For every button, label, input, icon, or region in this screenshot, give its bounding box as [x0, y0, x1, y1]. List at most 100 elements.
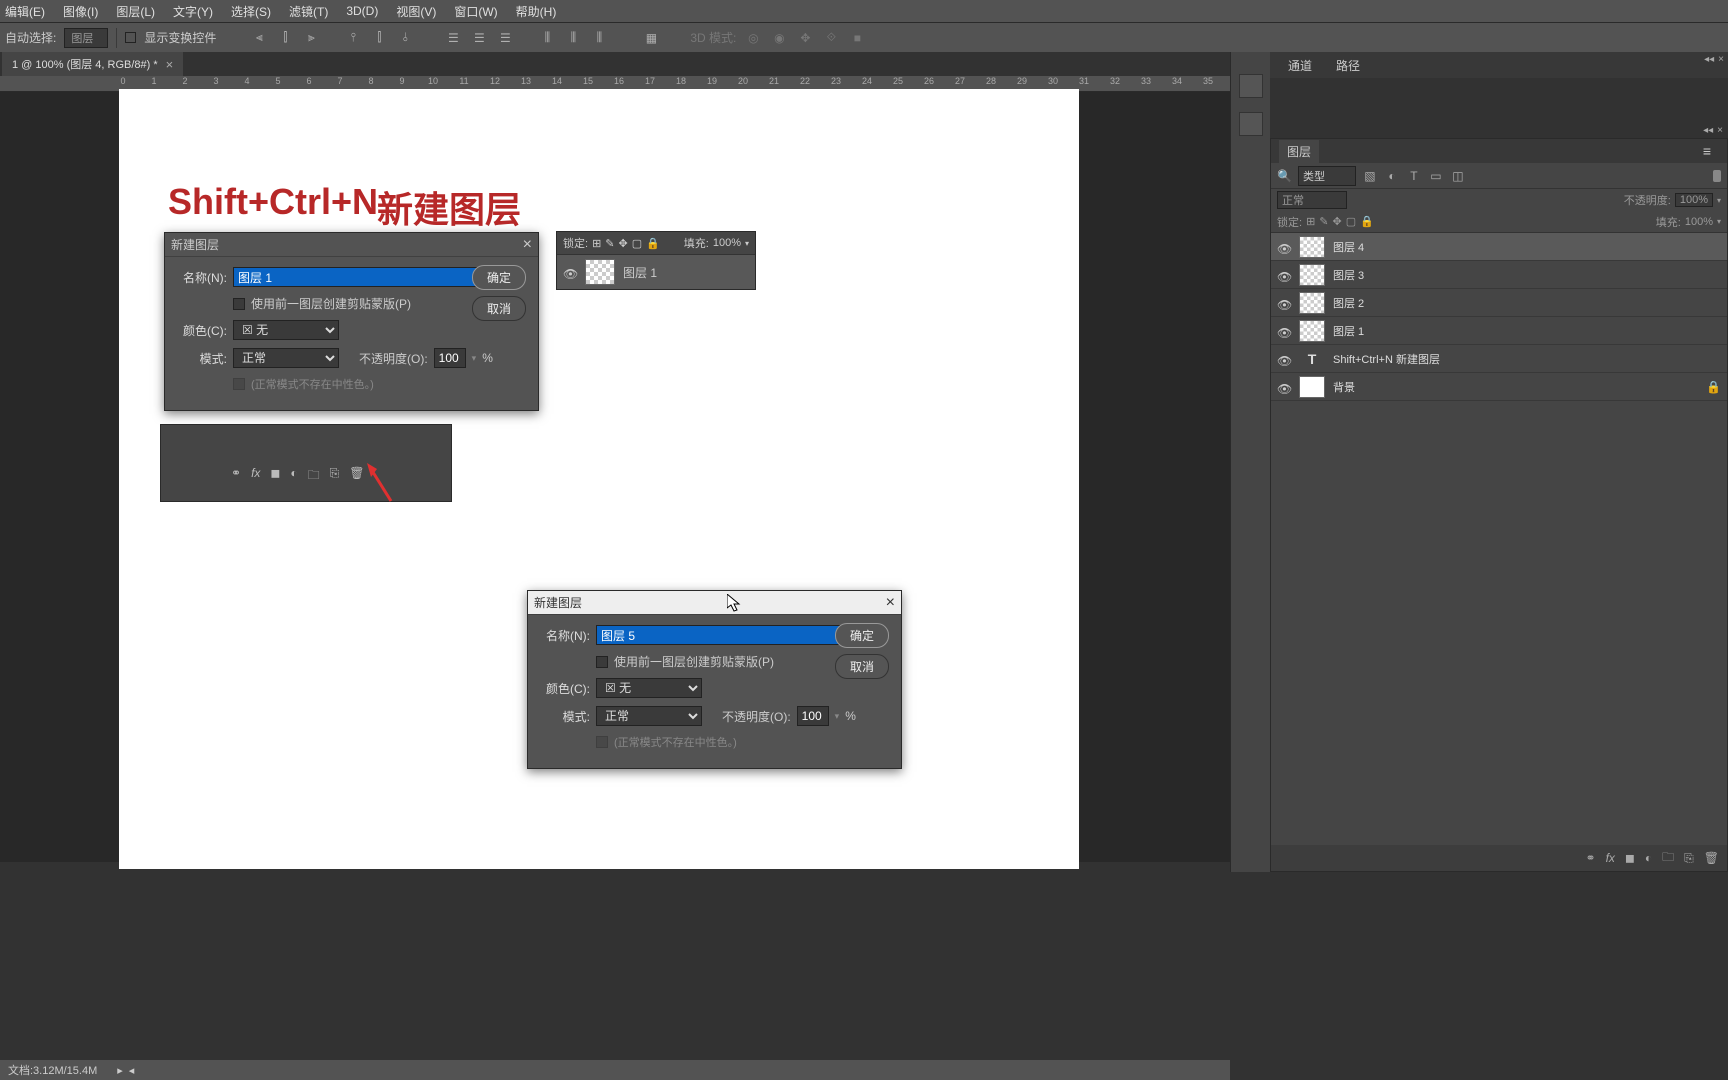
- visibility-icon[interactable]: 👁: [1277, 242, 1291, 252]
- visibility-icon[interactable]: 👁: [1277, 298, 1291, 308]
- menu-layer[interactable]: 图层(L): [116, 3, 155, 20]
- auto-align-icon[interactable]: ▦: [642, 30, 660, 46]
- layer-row[interactable]: 👁 图层 2: [1271, 289, 1727, 317]
- layer-name[interactable]: Shift+Ctrl+N 新建图层: [1333, 351, 1440, 367]
- lock-all-icon[interactable]: 🔒: [1360, 215, 1374, 228]
- layer-name[interactable]: 图层 4: [1333, 239, 1364, 255]
- foot-link-icon[interactable]: ⚭: [1586, 851, 1596, 865]
- dialog2-color-select[interactable]: ☒ 无: [596, 678, 702, 698]
- dialog2-titlebar[interactable]: 新建图层 ×: [528, 591, 901, 615]
- collapse-icon[interactable]: ◂◂: [1704, 54, 1714, 65]
- dialog2-mode-select[interactable]: 正常: [596, 706, 702, 726]
- layer-row[interactable]: 👁 图层 4: [1271, 233, 1727, 261]
- menu-window[interactable]: 窗口(W): [454, 3, 497, 20]
- layer-row[interactable]: 👁 图层 3: [1271, 261, 1727, 289]
- dialog2-opacity-input[interactable]: [797, 706, 829, 726]
- dialog1-name-input[interactable]: [233, 267, 477, 287]
- distribute-top-icon[interactable]: ☰: [444, 30, 462, 46]
- distribute-right-icon[interactable]: ⫼: [590, 30, 608, 46]
- mini-lock-all-icon[interactable]: 🔒: [646, 237, 660, 250]
- dialog2-cancel-button[interactable]: 取消: [835, 654, 889, 679]
- link-icon[interactable]: ⚭: [231, 466, 241, 487]
- filter-smart-icon[interactable]: ◫: [1450, 168, 1466, 184]
- foot-mask-icon[interactable]: ◼: [1625, 851, 1635, 865]
- status-arrow-icon[interactable]: ▸: [117, 1064, 123, 1077]
- filter-kind-dropdown[interactable]: 类型: [1298, 166, 1356, 186]
- status-doc[interactable]: 文档:3.12M/15.4M: [8, 1062, 97, 1078]
- tab-close-icon[interactable]: ×: [166, 57, 174, 72]
- tab-channels[interactable]: 通道: [1278, 53, 1322, 78]
- visibility-icon[interactable]: 👁: [1277, 354, 1291, 364]
- foot-fx-icon[interactable]: fx: [1606, 851, 1615, 865]
- dialog1-ok-button[interactable]: 确定: [472, 265, 526, 290]
- dialog2-ok-button[interactable]: 确定: [835, 623, 889, 648]
- lock-pixel-icon[interactable]: ⊞: [1306, 215, 1315, 228]
- align-center-h-icon[interactable]: ⫿: [276, 30, 294, 46]
- menu-select[interactable]: 选择(S): [231, 3, 271, 20]
- dialog1-opacity-input[interactable]: [434, 348, 466, 368]
- opacity-value[interactable]: 100%: [1675, 193, 1713, 207]
- status-arrow2-icon[interactable]: ◂: [129, 1064, 135, 1077]
- foot-trash-icon[interactable]: 🗑: [1704, 851, 1719, 865]
- align-left-icon[interactable]: ⫷: [250, 30, 268, 46]
- menu-edit[interactable]: 编辑(E): [5, 3, 45, 20]
- layers-tab[interactable]: 图层: [1279, 140, 1319, 163]
- foot-new-layer-icon[interactable]: ⎘: [1684, 851, 1694, 866]
- menu-filter[interactable]: 滤镜(T): [289, 3, 328, 20]
- show-transform-checkbox[interactable]: [125, 32, 136, 43]
- mask-icon[interactable]: ◼: [270, 466, 280, 487]
- autoselect-dropdown[interactable]: 图层: [64, 28, 108, 48]
- tab-paths[interactable]: 路径: [1326, 53, 1370, 78]
- blend-mode-dropdown[interactable]: 正常: [1277, 191, 1347, 209]
- menu-view[interactable]: 视图(V): [396, 3, 436, 20]
- align-middle-icon[interactable]: ⫿: [370, 30, 388, 46]
- mini-layer-name[interactable]: 图层 1: [623, 264, 657, 281]
- menu-type[interactable]: 文字(Y): [173, 3, 213, 20]
- visibility-icon[interactable]: 👁: [1277, 270, 1291, 280]
- menu-image[interactable]: 图像(I): [63, 3, 98, 20]
- filter-adjust-icon[interactable]: ◐: [1384, 168, 1400, 184]
- 3d-slide-icon[interactable]: ⟐: [822, 30, 840, 46]
- mini-fill-value[interactable]: 100%: [713, 237, 741, 249]
- lock-artboard-icon[interactable]: ▢: [1346, 215, 1356, 228]
- mini-lock-move-icon[interactable]: ✥: [619, 237, 628, 250]
- distribute-vcenter-icon[interactable]: ☰: [470, 30, 488, 46]
- panel-icon-1[interactable]: [1239, 74, 1263, 98]
- 3d-roll-icon[interactable]: ◉: [770, 30, 788, 46]
- lock-brush-icon[interactable]: ✎: [1319, 215, 1328, 228]
- adjustment-icon[interactable]: ◐: [290, 466, 297, 487]
- visibility-icon[interactable]: 👁: [1277, 326, 1291, 336]
- filter-shape-icon[interactable]: ▭: [1428, 168, 1444, 184]
- mini-lock-artboard-icon[interactable]: ▢: [632, 237, 642, 250]
- dialog2-close-icon[interactable]: ×: [886, 594, 895, 612]
- mini-layer-thumb[interactable]: [585, 259, 615, 285]
- layer-name[interactable]: 图层 2: [1333, 295, 1364, 311]
- align-bottom-icon[interactable]: ⫰: [396, 30, 414, 46]
- align-top-icon[interactable]: ⫯: [344, 30, 362, 46]
- align-right-icon[interactable]: ⫸: [302, 30, 320, 46]
- mini-visibility-icon[interactable]: 👁: [563, 267, 577, 277]
- 3d-pan-icon[interactable]: ✥: [796, 30, 814, 46]
- dialog1-clip-checkbox[interactable]: [233, 298, 245, 310]
- 3d-orbit-icon[interactable]: ◎: [744, 30, 762, 46]
- distribute-left-icon[interactable]: ⫼: [538, 30, 556, 46]
- distribute-bottom-icon[interactable]: ☰: [496, 30, 514, 46]
- 3d-zoom-icon[interactable]: ■: [848, 30, 866, 46]
- new-layer-icon[interactable]: ⎘: [330, 466, 340, 487]
- dialog1-cancel-button[interactable]: 取消: [472, 296, 526, 321]
- dialog1-close-icon[interactable]: ×: [523, 236, 532, 254]
- menu-3d[interactable]: 3D(D): [346, 4, 378, 18]
- filter-type-icon[interactable]: T: [1406, 168, 1422, 184]
- foot-adjustment-icon[interactable]: ◐: [1645, 851, 1652, 865]
- document-tab[interactable]: 1 @ 100% (图层 4, RGB/8#) * ×: [2, 52, 183, 76]
- mini-lock-pixel-icon[interactable]: ⊞: [592, 237, 601, 250]
- layer-row[interactable]: 👁TShift+Ctrl+N 新建图层: [1271, 345, 1727, 373]
- layer-name[interactable]: 图层 3: [1333, 267, 1364, 283]
- filter-pixel-icon[interactable]: ▧: [1362, 168, 1378, 184]
- group-icon[interactable]: 🗀: [308, 466, 320, 487]
- mini-lock-position-icon[interactable]: ✎: [605, 237, 614, 250]
- filter-toggle[interactable]: [1713, 170, 1721, 182]
- lock-move-icon[interactable]: ✥: [1333, 215, 1342, 228]
- collapse-icon-2[interactable]: ◂◂: [1703, 125, 1713, 136]
- layer-row[interactable]: 👁图层 1: [1271, 317, 1727, 345]
